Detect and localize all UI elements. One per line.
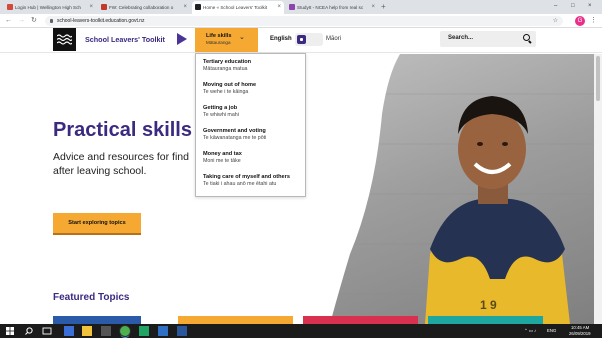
dropdown-item-label: Tertiary education — [203, 59, 252, 65]
browser-tab[interactable]: Login Hub | Wellington High Sch × — [4, 1, 96, 14]
mail-icon[interactable] — [101, 326, 111, 336]
site-logo[interactable] — [53, 28, 76, 51]
reload-icon[interactable]: ↻ — [31, 16, 37, 26]
search-input[interactable]: Search... — [440, 31, 536, 47]
dropdown-item-label: Government and voting — [203, 128, 266, 134]
tab-favicon-icon — [7, 4, 13, 10]
language-indicator[interactable]: ENG — [547, 328, 556, 333]
edge-icon[interactable] — [64, 326, 74, 336]
lang-maori-label[interactable]: Māori — [326, 36, 341, 42]
dropdown-item-label: Moving out of home — [203, 82, 257, 88]
tab-favicon-icon — [289, 4, 295, 10]
dropdown-item-getting-a-job[interactable]: Getting a job Te whiwhi mahi — [203, 105, 239, 118]
tab-favicon-icon — [195, 4, 201, 10]
address-bar-row: ← → ↻ school-leavers-toolkit.education.g… — [0, 14, 602, 28]
hero-photo-illustration: 1 9 — [330, 54, 602, 324]
hero-subhead: Advice and resources for find after leav… — [53, 151, 189, 177]
minimize-button[interactable]: – — [554, 1, 557, 11]
taskbar-search-icon[interactable] — [24, 326, 34, 336]
dropdown-item-sublabel: Te kāwanatanga me te pōti — [203, 135, 267, 141]
back-icon[interactable]: ← — [5, 16, 12, 26]
topic-card[interactable] — [53, 316, 141, 324]
windows-taskbar: ⌃ ▭ ♪ ENG 10:45 AM 26/09/2019 — [0, 324, 602, 338]
language-toggle[interactable] — [295, 33, 323, 46]
task-view-icon[interactable] — [42, 326, 52, 336]
tab-close-icon[interactable]: × — [183, 1, 187, 14]
dropdown-item-moving-out[interactable]: Moving out of home Te wehe i te kāinga — [203, 82, 256, 95]
clock-time[interactable]: 10:45 AM — [571, 325, 589, 330]
dropdown-item-tertiary-education[interactable]: Tertiary education Mātauranga matua — [203, 59, 251, 72]
life-skills-dropdown: Tertiary education Mātauranga matua Movi… — [195, 53, 306, 197]
browser-menu-icon[interactable]: ⋮ — [590, 15, 597, 26]
green-app-icon[interactable] — [139, 326, 149, 336]
forward-icon[interactable]: → — [18, 16, 25, 26]
topic-card[interactable] — [428, 316, 543, 324]
browser-tab[interactable]: StudyIt - NCEA help from real sc × — [286, 1, 378, 14]
lang-english-label[interactable]: English — [270, 36, 292, 42]
start-exploring-button[interactable]: Start exploring topics — [53, 213, 141, 235]
waves-icon — [57, 34, 72, 45]
profile-avatar[interactable]: G — [575, 16, 585, 26]
maximize-button[interactable]: □ — [571, 1, 575, 11]
file-explorer-icon[interactable] — [82, 326, 92, 336]
dropdown-item-sublabel: Mātauranga matua — [203, 66, 248, 72]
site-header: School Leavers' Toolkit Life skills Māta… — [0, 28, 602, 53]
browser-tab-bar: Login Hub | Wellington High Sch × FW: Ce… — [0, 0, 602, 14]
chrome-icon[interactable] — [120, 326, 130, 336]
tab-title: Home « School Leavers' Toolkit — [203, 5, 268, 10]
close-window-button[interactable]: × — [588, 1, 592, 11]
system-tray-icons[interactable]: ⌃ ▭ ♪ — [524, 328, 536, 334]
nav-secondary-label: Mātauranga — [206, 40, 231, 45]
word-icon[interactable] — [177, 326, 187, 336]
dropdown-item-label: Getting a job — [203, 105, 238, 111]
browser-tab[interactable]: FW: Celebrating collaboration o × — [98, 1, 190, 14]
bookmark-star-icon[interactable]: ☆ — [553, 16, 558, 26]
browser-tab-active[interactable]: Home « School Leavers' Toolkit × — [192, 1, 284, 14]
tab-title: FW: Celebrating collaboration o — [109, 5, 174, 10]
search-placeholder: Search... — [448, 35, 474, 41]
hero-headline: Practical skills — [53, 119, 192, 141]
svg-text:1 9: 1 9 — [480, 298, 497, 312]
tab-close-icon[interactable]: × — [89, 1, 93, 14]
featured-topics-title: Featured Topics — [53, 292, 130, 303]
life-skills-nav-button[interactable]: Life skills Mātauranga ⌄ — [195, 28, 258, 52]
tab-title: Login Hub | Wellington High Sch — [15, 5, 81, 10]
chevron-down-icon: ⌄ — [239, 34, 245, 41]
toggle-knob — [297, 35, 306, 44]
url-text: school-leavers-toolkit.education.govt.nz — [57, 18, 145, 24]
dropdown-item-government-voting[interactable]: Government and voting Te kāwanatanga me … — [203, 128, 266, 141]
nav-primary-label: Life skills — [206, 33, 232, 39]
dropdown-item-sublabel: Te tiaki i ahau anō me ētahi atu — [203, 181, 277, 187]
lock-icon — [50, 19, 53, 23]
dropdown-item-label: Taking care of myself and others — [203, 174, 290, 180]
hero-image: 1 9 — [330, 54, 602, 324]
search-icon[interactable] — [523, 34, 530, 41]
tab-close-icon[interactable]: × — [277, 1, 281, 14]
dropdown-item-sublabel: Moni me te tāke — [203, 158, 241, 164]
dropdown-item-sublabel: Te whiwhi mahi — [203, 112, 239, 118]
dropdown-item-sublabel: Te wehe i te kāinga — [203, 89, 249, 95]
url-input[interactable]: school-leavers-toolkit.education.govt.nz… — [45, 16, 563, 26]
dropdown-item-taking-care[interactable]: Taking care of myself and others Te tiak… — [203, 174, 290, 187]
scrollbar-thumb[interactable] — [596, 56, 600, 101]
tab-title: StudyIt - NCEA help from real sc — [297, 5, 364, 10]
topic-card[interactable] — [303, 316, 418, 324]
blue-app-icon[interactable] — [158, 326, 168, 336]
tab-favicon-icon — [101, 4, 107, 10]
windows-start-icon[interactable] — [5, 326, 15, 336]
site-title[interactable]: School Leavers' Toolkit — [85, 35, 165, 44]
dropdown-item-label: Money and tax — [203, 151, 242, 157]
play-icon — [177, 33, 187, 45]
new-tab-button[interactable]: + — [381, 1, 386, 13]
dropdown-item-money-tax[interactable]: Money and tax Moni me te tāke — [203, 151, 242, 164]
clock-date[interactable]: 26/09/2019 — [569, 331, 591, 336]
tab-close-icon[interactable]: × — [371, 1, 375, 14]
topic-card[interactable] — [178, 316, 293, 324]
